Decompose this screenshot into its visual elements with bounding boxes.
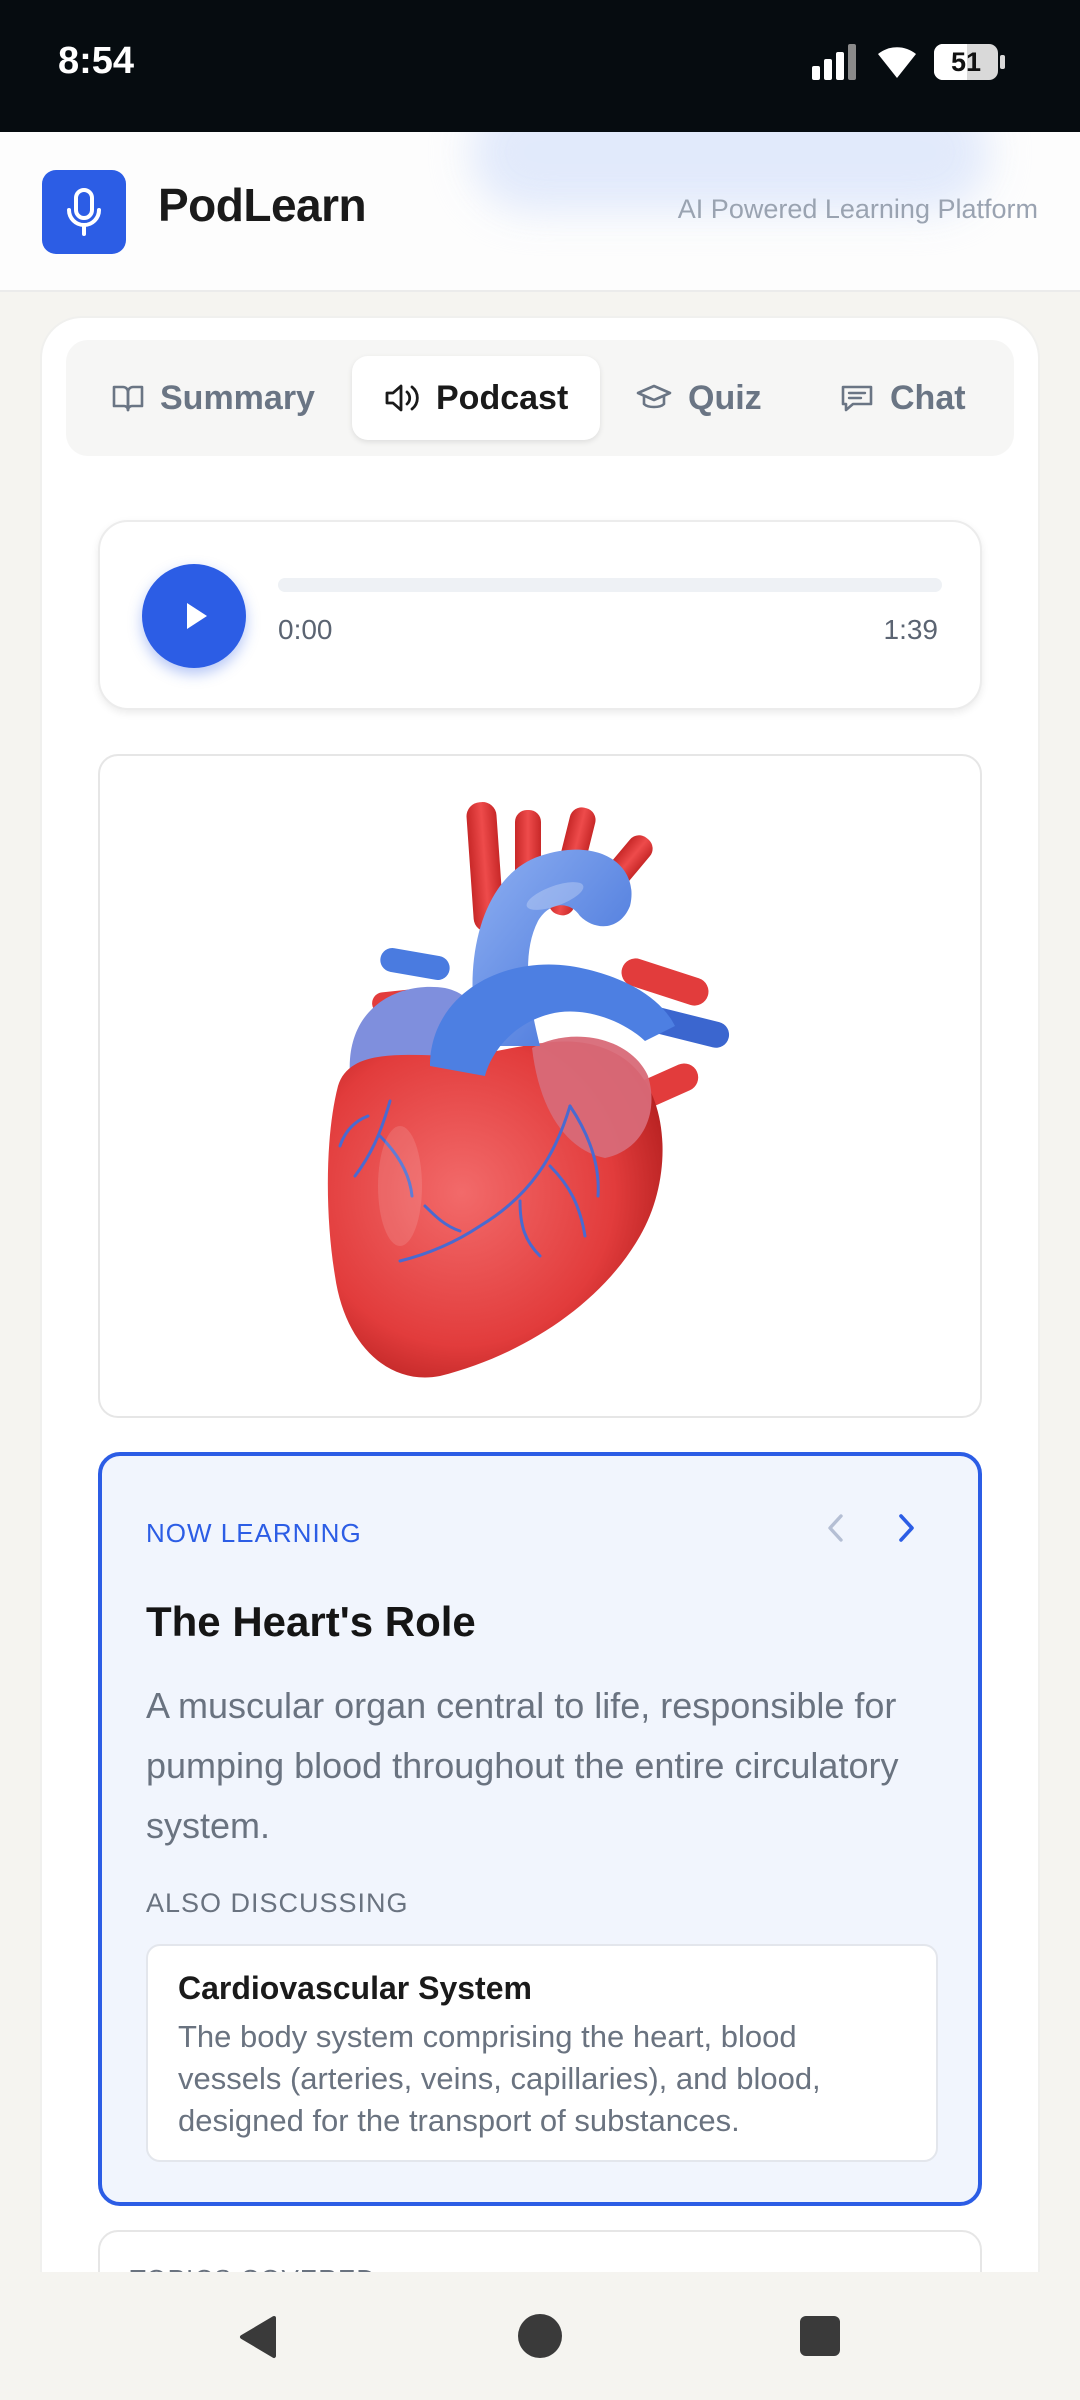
play-button[interactable] bbox=[142, 564, 246, 668]
system-nav-bar bbox=[0, 2272, 1080, 2400]
next-topic-button[interactable] bbox=[892, 1512, 920, 1544]
status-time: 8:54 bbox=[58, 40, 135, 82]
now-learning-label: NOW LEARNING bbox=[146, 1518, 362, 1548]
status-bar: 8:54 51 bbox=[0, 0, 1080, 132]
now-learning-card: NOW LEARNING The Heart's Role A muscular… bbox=[98, 1452, 982, 2206]
battery-level: 51 bbox=[950, 47, 982, 77]
recent-apps-button[interactable] bbox=[800, 2316, 840, 2356]
tab-podcast-label: Podcast bbox=[436, 378, 569, 417]
speaker-icon bbox=[385, 384, 419, 412]
app-logo bbox=[42, 170, 126, 254]
previous-topic-button[interactable] bbox=[822, 1512, 850, 1544]
microphone-icon bbox=[67, 188, 101, 236]
audio-player: 0:00 1:39 bbox=[98, 520, 982, 710]
tab-summary-label: Summary bbox=[160, 378, 315, 417]
app-header: PodLearn AI Powered Learning Platform bbox=[0, 132, 1080, 292]
tab-podcast[interactable]: Podcast bbox=[352, 356, 601, 440]
tab-quiz[interactable]: Quiz bbox=[636, 356, 762, 440]
topic-title: The Heart's Role bbox=[146, 1598, 476, 1645]
related-topic-title: Cardiovascular System bbox=[178, 1970, 532, 2006]
current-time: 0:00 bbox=[278, 614, 333, 645]
topic-illustration bbox=[98, 754, 982, 1418]
heart-illustration bbox=[327, 802, 730, 1378]
back-button[interactable] bbox=[236, 2314, 278, 2360]
wifi-icon bbox=[878, 47, 916, 78]
tab-bar: Summary Podcast Quiz Chat bbox=[66, 340, 1014, 456]
cellular-signal-icon bbox=[812, 44, 856, 80]
message-square-icon bbox=[841, 385, 873, 412]
graduation-cap-icon bbox=[636, 384, 672, 409]
tab-chat[interactable]: Chat bbox=[840, 356, 966, 440]
topic-description: A muscular organ central to life, respon… bbox=[146, 1685, 899, 1846]
tab-chat-label: Chat bbox=[890, 378, 966, 417]
app-name: PodLearn bbox=[158, 179, 367, 231]
book-open-icon bbox=[112, 385, 144, 412]
also-discussing-label: ALSO DISCUSSING bbox=[146, 1888, 409, 1918]
tab-summary[interactable]: Summary bbox=[112, 356, 315, 440]
progress-slider[interactable] bbox=[278, 578, 942, 592]
related-topic-description: The body system comprising the heart, bl… bbox=[178, 2019, 821, 2138]
play-icon bbox=[187, 603, 207, 629]
battery-icon: 51 bbox=[934, 44, 1006, 80]
home-button[interactable] bbox=[518, 2314, 562, 2358]
duration: 1:39 bbox=[883, 614, 939, 645]
app-tagline: AI Powered Learning Platform bbox=[677, 194, 1038, 224]
related-topic-card[interactable]: Cardiovascular System The body system co… bbox=[146, 1944, 938, 2162]
tab-quiz-label: Quiz bbox=[688, 378, 762, 417]
